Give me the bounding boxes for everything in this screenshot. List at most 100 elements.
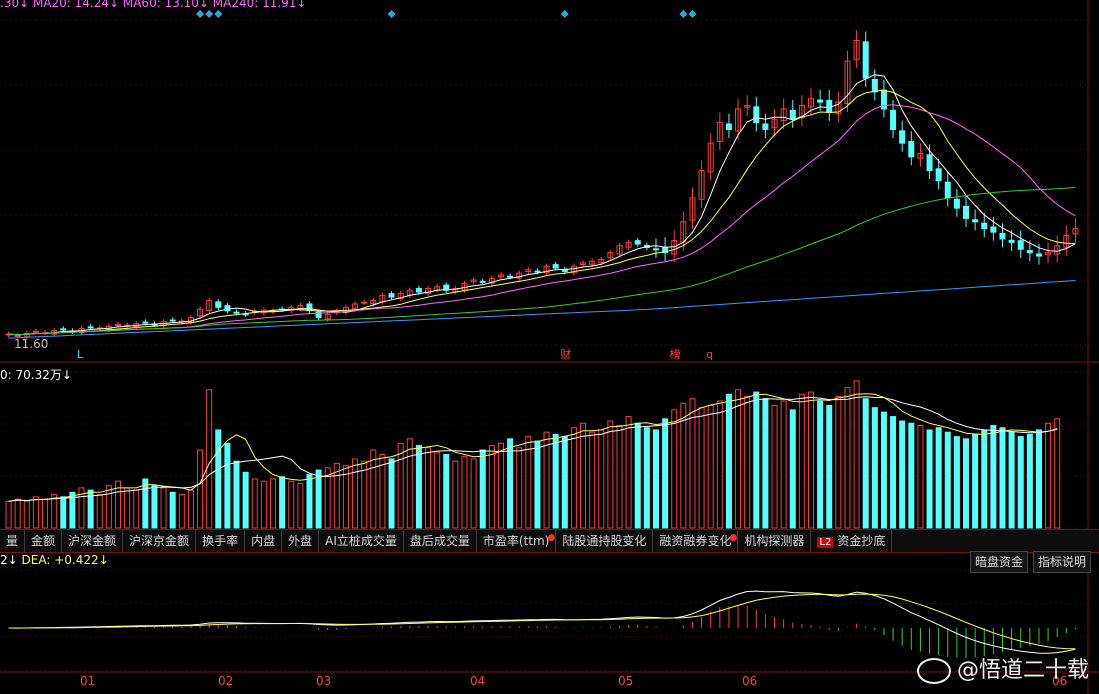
volume-bar [425,447,432,529]
volume-label: 0: 70.32万↓ [0,368,72,382]
candle-body [963,205,970,219]
candle-body [789,109,796,120]
indicator-help-button[interactable]: 指标说明 [1033,551,1092,573]
candle-body [142,321,149,324]
candle-body [1017,240,1024,250]
volume-bar [780,400,787,529]
watermark: @悟道二十载 [916,652,1089,684]
candle-body [169,319,176,322]
volume-bar [124,487,131,529]
volume-bar [269,478,277,529]
volume-bar [187,489,194,529]
dea-label: DEA: +0.422↓ [21,553,109,567]
volume-bar [406,438,413,529]
tab-pe-ttm[interactable]: 市盈率(ttm) ● [477,530,557,552]
volume-bar [817,400,824,529]
tab-northbound[interactable]: 陆股通持股变化 [556,530,654,552]
volume-bar [1026,433,1033,529]
volume-bar [361,460,368,529]
volume-bar [251,478,258,529]
volume-bar [981,429,988,529]
indicator-tab-bar: 量 金额 沪深金额 沪深京金额 换手率 内盘 外盘 AI立桩成交量 盘后成交量 … [0,529,1099,553]
volume-bar [434,451,441,529]
volume-bar [853,380,860,529]
candle-body [479,280,486,283]
x-axis-label: 06 [742,674,757,688]
volume-bar [397,442,404,529]
candle-body [1035,253,1042,257]
tab-after-hours[interactable]: 盘后成交量 [404,530,477,552]
candle-body [871,79,878,93]
tab-ai-volume[interactable]: AI立桩成交量 [319,530,404,552]
volume-bar [452,460,459,529]
volume-bar [169,491,176,529]
candle-body [507,275,514,278]
candle-body [762,123,769,130]
x-axis-label: 04 [470,674,485,688]
ma10-line [8,89,1076,336]
tab-hs-amount[interactable]: 沪深金额 [62,530,124,552]
volume-bar [762,398,769,529]
candle-body [534,270,541,273]
tab-margin[interactable]: 融资融券变化 ● [653,530,739,552]
tab-hsj-amount[interactable]: 沪深京金额 [123,530,197,552]
dea-line [8,593,1076,650]
x-axis-label: 01 [80,674,95,688]
volume-bar [32,496,39,529]
volume-bar [42,498,49,529]
tab-institution[interactable]: 机构探测器 [738,530,812,552]
candle-body [862,41,869,79]
volume-bar [589,431,596,529]
candle-body [1008,239,1015,243]
volume-bar [333,462,340,529]
volume-bar [944,431,951,529]
volume-bar [698,407,705,529]
weibo-icon [916,658,951,684]
volume-bar [908,422,915,529]
tab-fund-bottom[interactable]: L2 资金抄底 [811,530,893,552]
volume-bar [23,500,30,529]
macd-label: 2↓ DEA: +0.422↓ [0,553,109,567]
volume-bar [151,485,158,529]
tab-inner[interactable]: 内盘 [245,530,283,552]
candle-body [926,154,933,172]
volume-bar [1008,431,1015,529]
volume-bar [105,485,112,529]
volume-bar [1017,436,1024,529]
candle-body [415,288,422,293]
volume-bar [652,429,659,529]
volume-bar [297,482,304,529]
candle-body [224,305,231,312]
volume-bar [625,416,632,529]
volume-bar [807,391,815,529]
volume-bar [735,389,742,529]
tab-margin-label: 融资融券变化 [659,534,732,548]
tab-amount[interactable]: 金额 [25,530,63,552]
candle-body [953,198,960,209]
candle-body [890,109,897,130]
volume-bar [306,474,313,529]
tab-volume[interactable]: 量 [0,530,26,552]
volume-bar [133,489,140,529]
event-marker: 财 [560,347,571,361]
volume-bar [233,460,240,529]
tab-turnover[interactable]: 换手率 [196,530,246,552]
volume-bar [862,398,869,529]
stock-chart[interactable]: L 财榜 q01 02 03 04 05 06 06 [0,0,1099,694]
volume-bar [507,438,514,529]
volume-bar [798,393,805,529]
candle-body [826,99,833,113]
volume-bar [197,449,204,529]
dark-pool-button[interactable]: 暗盘资金 [970,551,1029,573]
macd-pre-label: 2↓ [0,553,18,567]
tab-outer[interactable]: 外盘 [282,530,320,552]
volume-bar [607,420,614,529]
event-marker: 榜 [670,347,681,361]
candle-body [725,123,732,130]
volume-bar [415,445,422,529]
volume-bar [972,433,979,529]
candle-body [1026,250,1033,254]
volume-bar [871,407,878,529]
candle-body [990,226,997,233]
volume-bar [744,396,751,529]
